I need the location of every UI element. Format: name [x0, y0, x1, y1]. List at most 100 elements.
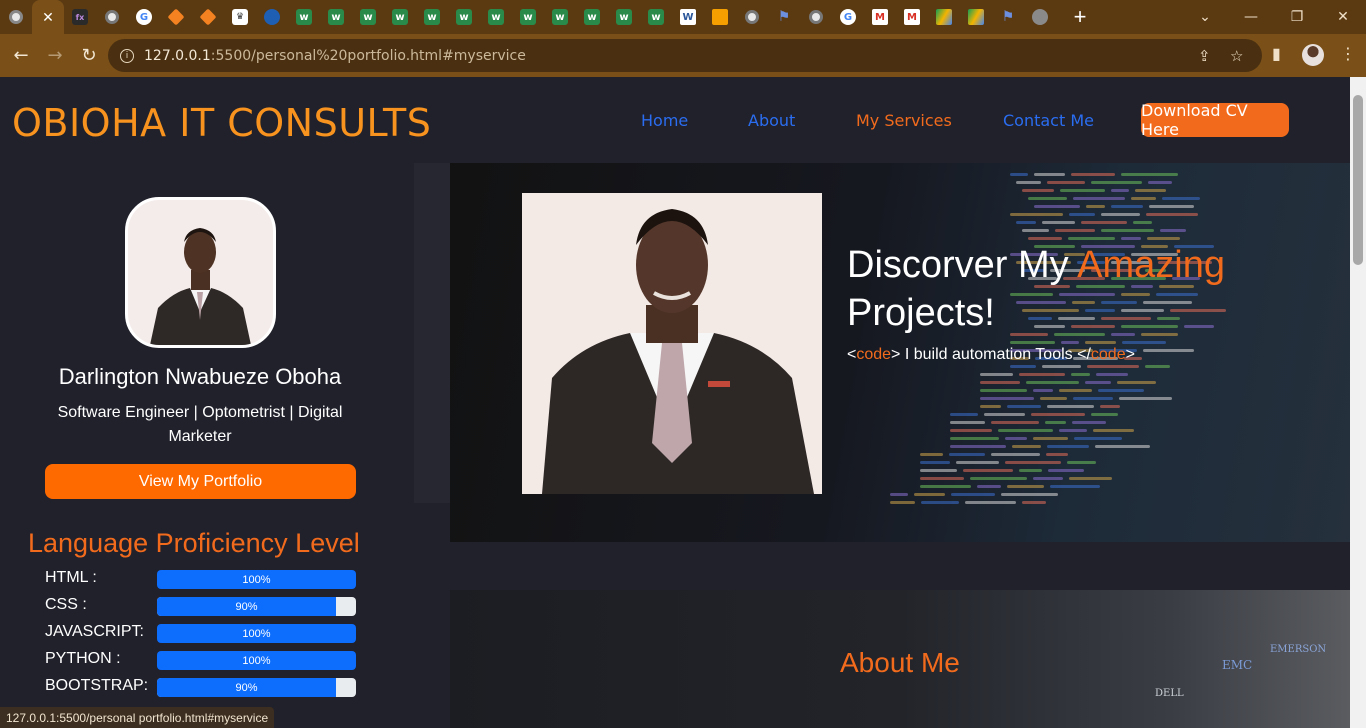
hero-title-part1: Discorver My — [847, 244, 1078, 286]
download-cv-button[interactable]: Download CV Here — [1141, 101, 1289, 139]
w-icon: w — [520, 9, 536, 25]
maximize-button[interactable]: ❐ — [1274, 0, 1320, 34]
forward-button[interactable]: → — [38, 39, 72, 73]
tab-w[interactable]: w — [384, 0, 416, 34]
code-segment — [963, 469, 1013, 472]
about-title: About Me — [840, 647, 960, 678]
tab-chrome[interactable] — [96, 0, 128, 34]
tab-chrome[interactable] — [0, 0, 32, 34]
nav-home[interactable]: Home — [641, 111, 688, 130]
tab-flag[interactable]: ⚑ — [768, 0, 800, 34]
plus-icon: + — [1073, 4, 1087, 29]
code-segment — [1045, 421, 1066, 424]
code-segment — [1042, 221, 1075, 224]
code-segment — [1147, 237, 1180, 240]
minimize-button[interactable]: — — [1228, 0, 1274, 34]
nav-about[interactable]: About — [748, 111, 795, 130]
page-scrollbar[interactable] — [1350, 77, 1366, 728]
scrollbar-thumb[interactable] — [1353, 95, 1363, 265]
tab-globe-grey[interactable] — [1024, 0, 1056, 34]
tab-gmail[interactable]: M — [864, 0, 896, 34]
code-segment — [920, 461, 950, 464]
tab-chrome[interactable] — [736, 0, 768, 34]
code-segment — [1091, 181, 1142, 184]
new-tab-button[interactable]: + — [1064, 0, 1096, 34]
diamond-icon — [167, 8, 185, 26]
info-icon[interactable]: i — [120, 48, 134, 63]
tab-google[interactable]: G — [128, 0, 160, 34]
tab-w[interactable]: w — [544, 0, 576, 34]
reload-button[interactable]: ↻ — [72, 39, 106, 73]
code-segment — [1047, 181, 1085, 184]
skill-progress-bar: 100% — [157, 570, 356, 589]
skill-label: CSS : — [45, 596, 87, 613]
tab-orange[interactable] — [160, 0, 192, 34]
w-icon: w — [328, 9, 344, 25]
close-icon: ✕ — [1337, 9, 1349, 25]
code-text: I build automation Tools — [900, 346, 1078, 363]
url-text[interactable]: 127.0.0.1:5500/personal%20portfolio.html… — [144, 48, 526, 64]
tab-w[interactable]: w — [352, 0, 384, 34]
code-segment — [1133, 221, 1152, 224]
code-segment — [1095, 445, 1150, 448]
code-segment — [1042, 365, 1081, 368]
close-icon[interactable]: ✕ — [42, 9, 54, 26]
tab-w[interactable]: w — [576, 0, 608, 34]
tab-w[interactable]: w — [512, 0, 544, 34]
tab-active-close[interactable]: ✕ — [32, 0, 64, 34]
profile-avatar[interactable] — [1302, 44, 1324, 66]
tab-w[interactable]: w — [480, 0, 512, 34]
star-icon[interactable]: ☆ — [1230, 47, 1243, 65]
tab-w[interactable]: w — [448, 0, 480, 34]
tab-w[interactable]: w — [640, 0, 672, 34]
tab-crown[interactable]: ♛ — [224, 0, 256, 34]
tab-drive[interactable] — [928, 0, 960, 34]
tab-w[interactable]: w — [416, 0, 448, 34]
site-brand[interactable]: OBIOHA IT CONSULTS — [12, 101, 431, 145]
hero-title-accent: Amazing — [1077, 244, 1225, 286]
share-icon[interactable]: ⇪ — [1198, 47, 1211, 65]
tab-w[interactable]: w — [320, 0, 352, 34]
sidebar-divider — [414, 163, 450, 503]
code-segment — [965, 501, 1016, 504]
code-segment — [1085, 381, 1111, 384]
view-portfolio-button[interactable]: View My Portfolio — [45, 464, 356, 499]
nav-contact-me[interactable]: Contact Me — [1003, 111, 1094, 130]
address-bar[interactable]: i 127.0.0.1:5500/personal%20portfolio.ht… — [108, 39, 1262, 72]
close-window-button[interactable]: ✕ — [1320, 0, 1366, 34]
back-button[interactable]: ← — [4, 39, 38, 73]
nav-my-services[interactable]: My Services — [856, 111, 952, 130]
diamond-icon — [199, 8, 217, 26]
tab-image[interactable] — [704, 0, 736, 34]
tab-w[interactable]: w — [288, 0, 320, 34]
w-icon: w — [552, 9, 568, 25]
tab-word[interactable]: W — [672, 0, 704, 34]
tab-drive[interactable] — [960, 0, 992, 34]
code-segment — [1055, 229, 1095, 232]
code-segment — [890, 501, 915, 504]
code-segment — [991, 453, 1040, 456]
code-segment — [1010, 365, 1036, 368]
code-segment — [1073, 397, 1113, 400]
side-panel-icon[interactable]: ▮ — [1272, 44, 1281, 63]
menu-icon[interactable]: ⋮ — [1340, 44, 1356, 63]
code-segment — [1096, 373, 1128, 376]
code-segment — [1111, 205, 1143, 208]
tab-chrome[interactable] — [800, 0, 832, 34]
code-segment — [1069, 477, 1112, 480]
tab-globe[interactable] — [256, 0, 288, 34]
code-segment — [1060, 189, 1105, 192]
code-segment — [1007, 405, 1041, 408]
tab-search-button[interactable]: ⌄ — [1182, 0, 1228, 34]
tab-google[interactable]: G — [832, 0, 864, 34]
tab-w[interactable]: w — [608, 0, 640, 34]
code-segment — [1033, 437, 1068, 440]
tab-gmail[interactable]: M — [896, 0, 928, 34]
code-segment — [1012, 445, 1041, 448]
person-photo-icon — [522, 193, 822, 494]
tab-orange[interactable] — [192, 0, 224, 34]
profile-name: Darlington Nwabueze Oboha — [58, 364, 342, 389]
skill-progress-fill: 90% — [157, 597, 337, 616]
tab-flag[interactable]: ⚑ — [992, 0, 1024, 34]
tab-fx[interactable]: fx — [64, 0, 96, 34]
